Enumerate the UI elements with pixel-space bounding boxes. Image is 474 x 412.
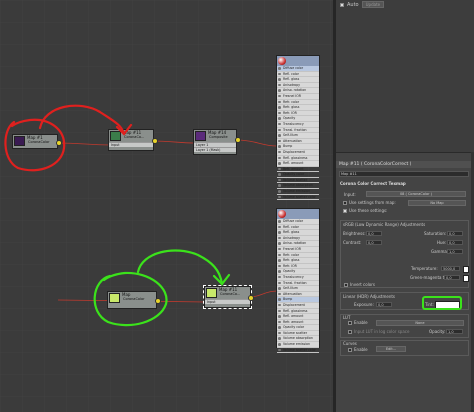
exposure-label: Exposure: xyxy=(354,302,374,307)
material-slot[interactable]: Volume scatter color xyxy=(277,195,319,201)
temperature-spinner[interactable]: 5000,0 xyxy=(441,266,460,271)
material-header xyxy=(277,56,319,66)
use-settings-from-map-radio[interactable] xyxy=(343,201,347,205)
output-port[interactable] xyxy=(56,140,62,146)
material-slot[interactable]: Volume scatter color xyxy=(277,348,319,354)
exposure-spinner[interactable]: 0,0 xyxy=(376,302,392,307)
gamma-spinner[interactable]: 1,0 xyxy=(447,249,463,254)
output-port[interactable] xyxy=(155,298,161,304)
hue-spinner[interactable]: 0,0 xyxy=(447,240,463,245)
green-magenta-spinner[interactable]: 0,0 xyxy=(444,275,460,280)
auto-checkbox[interactable] xyxy=(340,2,344,7)
panel-empty-area xyxy=(336,9,474,153)
use-these-settings-radio[interactable] xyxy=(343,209,347,213)
output-port[interactable] xyxy=(152,138,158,144)
update-button[interactable]: Update xyxy=(361,1,385,8)
temperature-label: Temperature: xyxy=(411,266,438,271)
rollout-title[interactable]: Corona Color Correct Texmap xyxy=(340,181,406,186)
material-slot-list: Diffuse color Refl. color Refl. gloss Aniso… xyxy=(277,219,319,354)
composite-node[interactable]: Map #14 Composite Layer 1 Layer 1 (Mask) xyxy=(193,129,237,155)
texmap-swatch-icon xyxy=(206,288,217,298)
corona-color-node-top[interactable]: Map #1 CoronaColor xyxy=(12,134,58,149)
panel-title-bar: Map #11 ( CoronaColorCorrect ) xyxy=(336,161,474,168)
output-port[interactable] xyxy=(248,295,254,301)
temperature-swatch[interactable] xyxy=(463,266,469,273)
material-preview-icon xyxy=(278,210,286,218)
curves-title: Curves xyxy=(343,341,357,346)
saturation-label: Saturation: xyxy=(424,231,447,236)
lut-opacity-spinner[interactable]: 1,0 xyxy=(446,329,463,334)
material-header xyxy=(277,209,319,219)
panel-toolbar: Auto Update xyxy=(336,0,474,9)
corona-color-node-bottom[interactable]: Map CoronaColor xyxy=(107,291,157,309)
material-node-top[interactable]: Diffuse color Refl. color Refl. gloss Aniso… xyxy=(276,55,320,201)
layer-mask-slot[interactable]: Layer 1 (Mask) xyxy=(194,147,236,152)
node-subtitle: CoronaColor xyxy=(28,140,50,144)
srgb-title: sRGB (Low Dynamic Range) Adjustments xyxy=(343,222,426,227)
composite-swatch-icon xyxy=(195,131,206,141)
auto-label: Auto xyxy=(347,1,359,8)
contrast-label: Contrast: xyxy=(343,240,362,245)
input-label: Input: xyxy=(344,192,356,197)
color-correct-node-bottom[interactable]: Map #11 CoronaCo... Input xyxy=(203,285,252,309)
gamma-label: Gamma: xyxy=(431,249,449,254)
map-name-field[interactable]: Map #11 xyxy=(339,171,469,177)
hue-label: Hue: xyxy=(437,240,447,245)
invert-colors-label: Invert colors xyxy=(350,282,375,287)
green-magenta-swatch[interactable] xyxy=(463,275,469,282)
input-slot[interactable]: Input xyxy=(109,142,153,147)
output-port[interactable] xyxy=(235,137,241,143)
material-node-bottom[interactable]: Diffuse color Refl. color Refl. gloss Aniso… xyxy=(276,208,320,354)
curves-edit-button[interactable]: Edit... xyxy=(376,346,406,352)
node-subtitle: Composite xyxy=(209,135,228,139)
material-slot-list: Diffuse color Refl. color Refl. gloss Aniso… xyxy=(277,66,319,201)
contrast-spinner[interactable]: 0,0 xyxy=(366,240,382,245)
invert-colors-checkbox[interactable] xyxy=(344,283,348,287)
brightness-label: Brightness: xyxy=(343,231,366,236)
no-map-button[interactable]: No Map xyxy=(408,200,466,206)
lut-enable-label: Enable xyxy=(354,320,368,325)
node-subtitle: CoronaColor xyxy=(123,297,145,301)
use-these-settings-label: Use these settings: xyxy=(349,208,388,213)
lut-enable-checkbox[interactable] xyxy=(348,321,352,325)
lut-title: LUT xyxy=(343,315,351,320)
parameter-panel: Auto Update Map #11 ( CoronaColorCorrect… xyxy=(336,0,474,412)
material-preview-icon xyxy=(278,57,286,65)
lut-group xyxy=(340,314,469,338)
input-slot[interactable]: Input xyxy=(205,299,250,304)
lut-log-space-checkbox[interactable] xyxy=(348,330,352,334)
use-settings-from-map-label: Use settings from map: xyxy=(349,200,396,205)
saturation-spinner[interactable]: 0,0 xyxy=(447,231,463,236)
lut-file-button[interactable]: None xyxy=(376,320,464,326)
curves-enable-label: Enable xyxy=(354,347,368,352)
color-correct-node-top[interactable]: Map #11 CoronaCo... Input xyxy=(108,129,154,151)
node-subtitle: CoronaCo... xyxy=(220,292,241,296)
node-editor-canvas[interactable]: Map #1 CoronaColor Map #11 CoronaCo... I… xyxy=(0,0,333,412)
tint-highlight-annotation xyxy=(422,296,462,310)
lut-opacity-label: Opacity: xyxy=(429,329,446,334)
node-subtitle: CoronaCo... xyxy=(124,135,145,139)
color-swatch-icon xyxy=(14,136,25,146)
color-swatch-icon xyxy=(109,293,120,303)
lut-log-space-label: Input LUT in log color space xyxy=(354,329,410,334)
curves-enable-checkbox[interactable] xyxy=(348,348,352,352)
texmap-swatch-icon xyxy=(110,131,121,141)
linear-title: Linear (HDR) Adjustments xyxy=(343,294,396,299)
input-map-button[interactable]: 08 ( CoronaColor ) xyxy=(366,191,466,197)
brightness-spinner[interactable]: 0,0 xyxy=(366,231,382,236)
